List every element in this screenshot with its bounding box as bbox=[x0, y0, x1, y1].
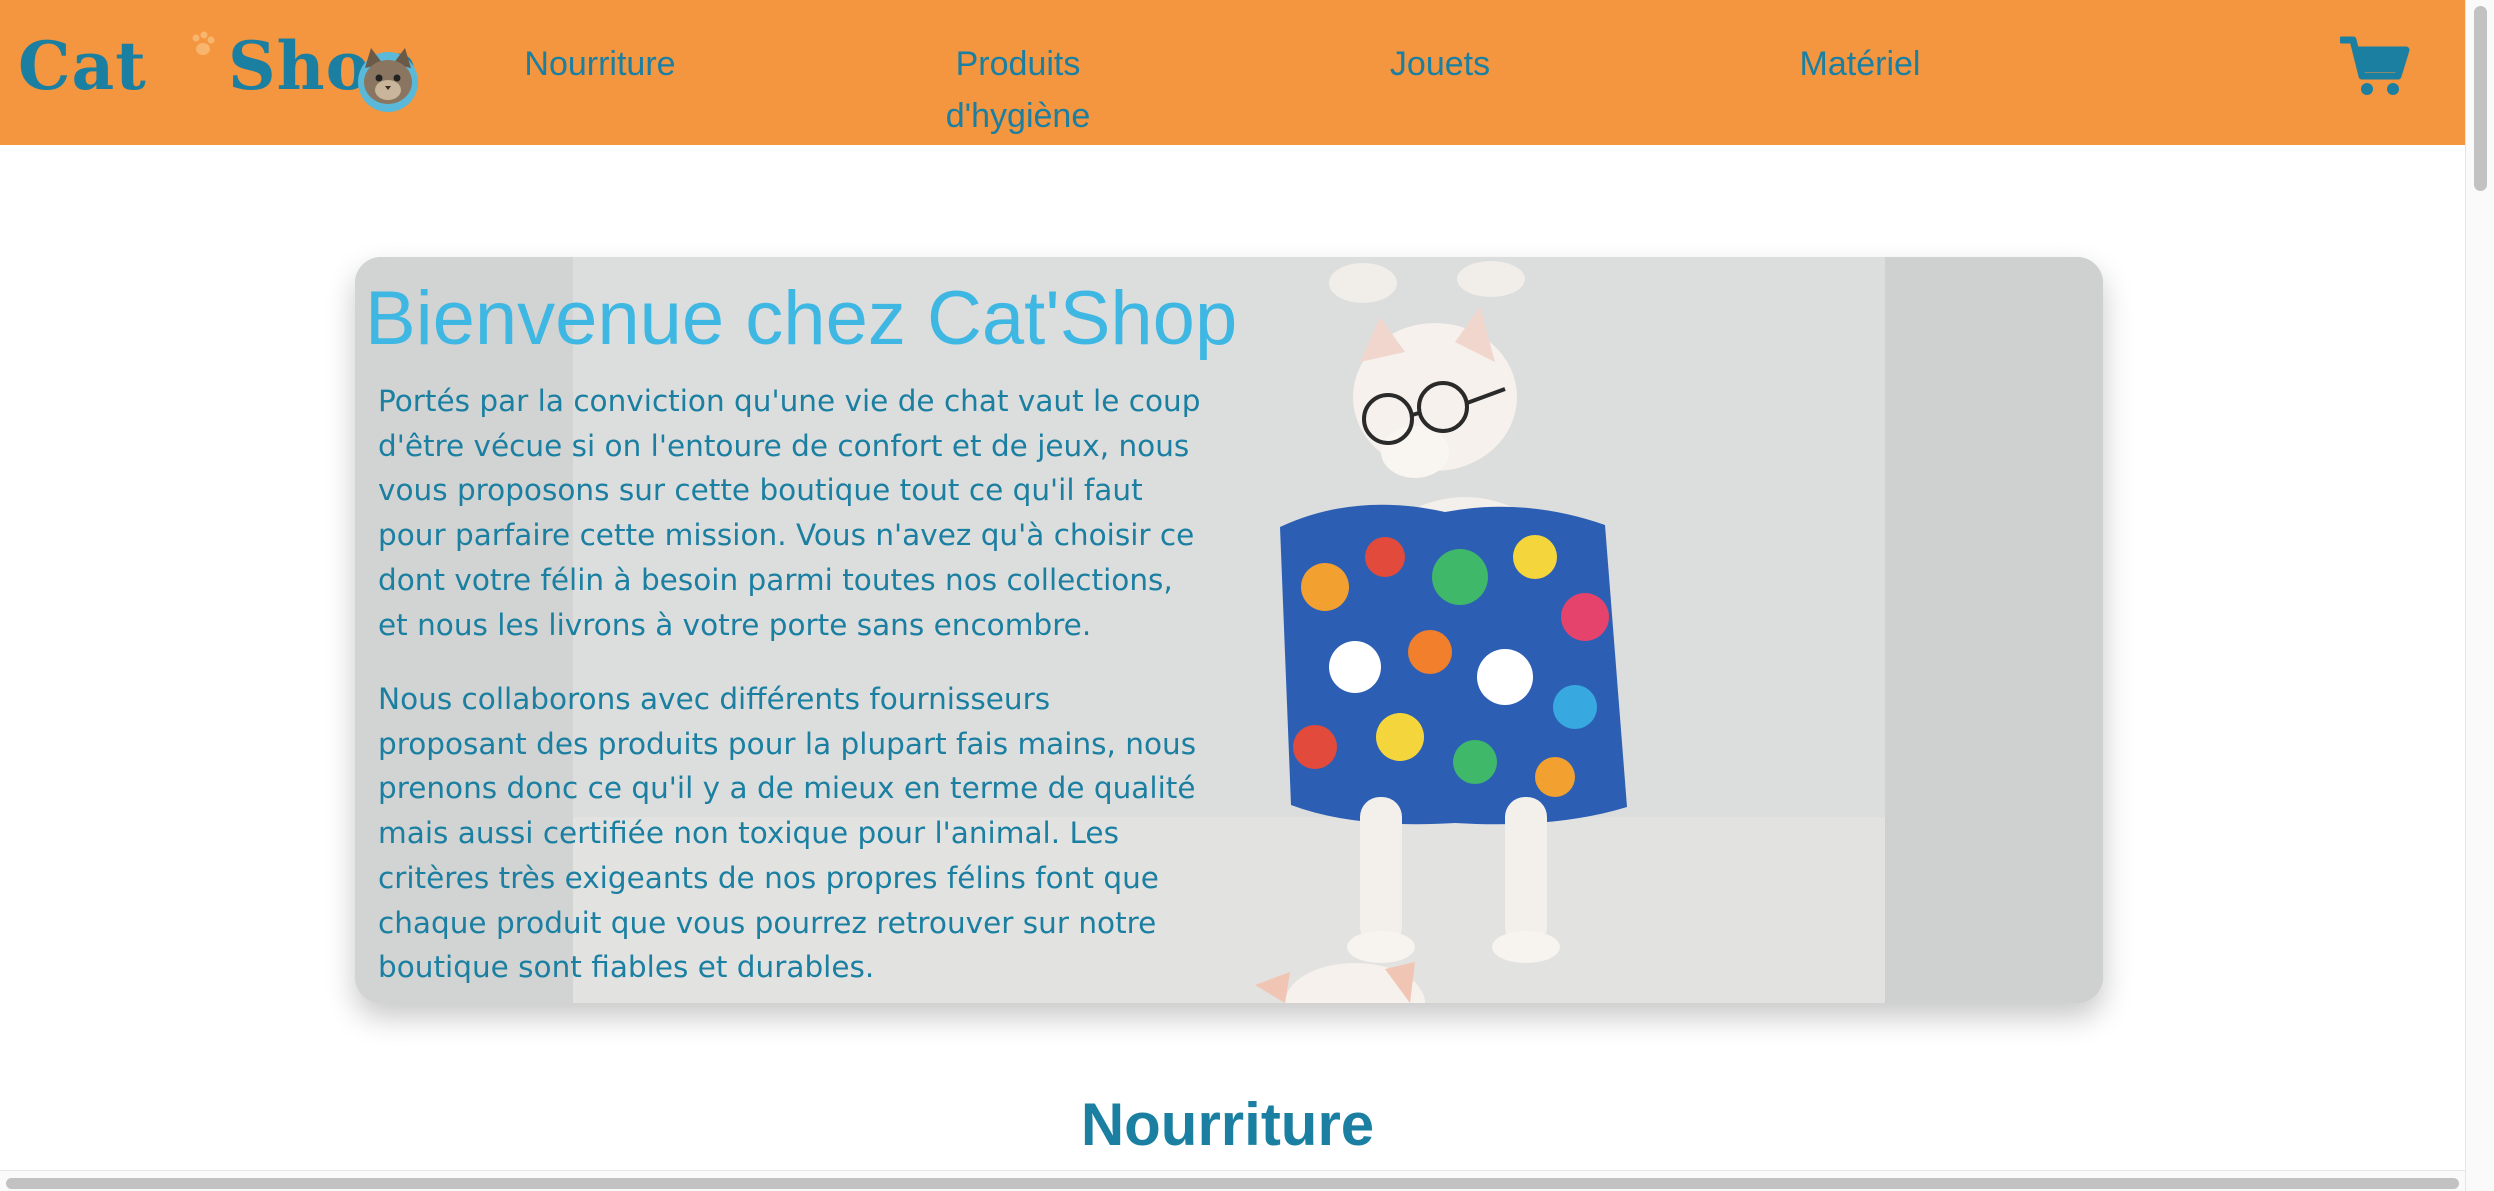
vertical-scrollbar[interactable] bbox=[2465, 0, 2494, 1191]
cat-shop-logo[interactable]: Cat Shop bbox=[18, 26, 458, 112]
hero-paragraph-1: Portés par la conviction qu'une vie de c… bbox=[378, 384, 1201, 642]
paw-icon bbox=[192, 31, 215, 55]
hero-paragraph-2: Nous collaborons avec différents fournis… bbox=[378, 682, 1197, 985]
horizontal-scrollbar-thumb[interactable] bbox=[6, 1178, 2459, 1189]
cat-face-icon bbox=[358, 48, 418, 112]
horizontal-scrollbar[interactable] bbox=[0, 1170, 2465, 1191]
section-title-nourriture: Nourriture bbox=[1080, 1091, 1375, 1158]
hero-title: Bienvenue chez Cat'Shop bbox=[365, 276, 1238, 361]
nav-item-jouets[interactable]: Jouets bbox=[1340, 38, 1540, 90]
top-navigation-bar: Cat Shop Nourriture Produits d'hygiène J… bbox=[0, 0, 2465, 145]
logo-text-cat: Cat bbox=[18, 27, 147, 105]
nav-item-produits-hygiene[interactable]: Produits d'hygiène bbox=[900, 38, 1136, 142]
vertical-scrollbar-thumb[interactable] bbox=[2474, 6, 2487, 191]
nav-item-label-line2: d'hygiène bbox=[945, 97, 1091, 135]
nav-item-materiel[interactable]: Matériel bbox=[1760, 38, 1960, 90]
shopping-cart-icon[interactable] bbox=[2340, 34, 2410, 98]
nav-item-label-line1: Produits bbox=[955, 45, 1081, 83]
nav-item-nourriture[interactable]: Nourriture bbox=[500, 38, 700, 90]
hero-banner: Bienvenue chez Cat'Shop Portés par la co… bbox=[355, 257, 2103, 1003]
